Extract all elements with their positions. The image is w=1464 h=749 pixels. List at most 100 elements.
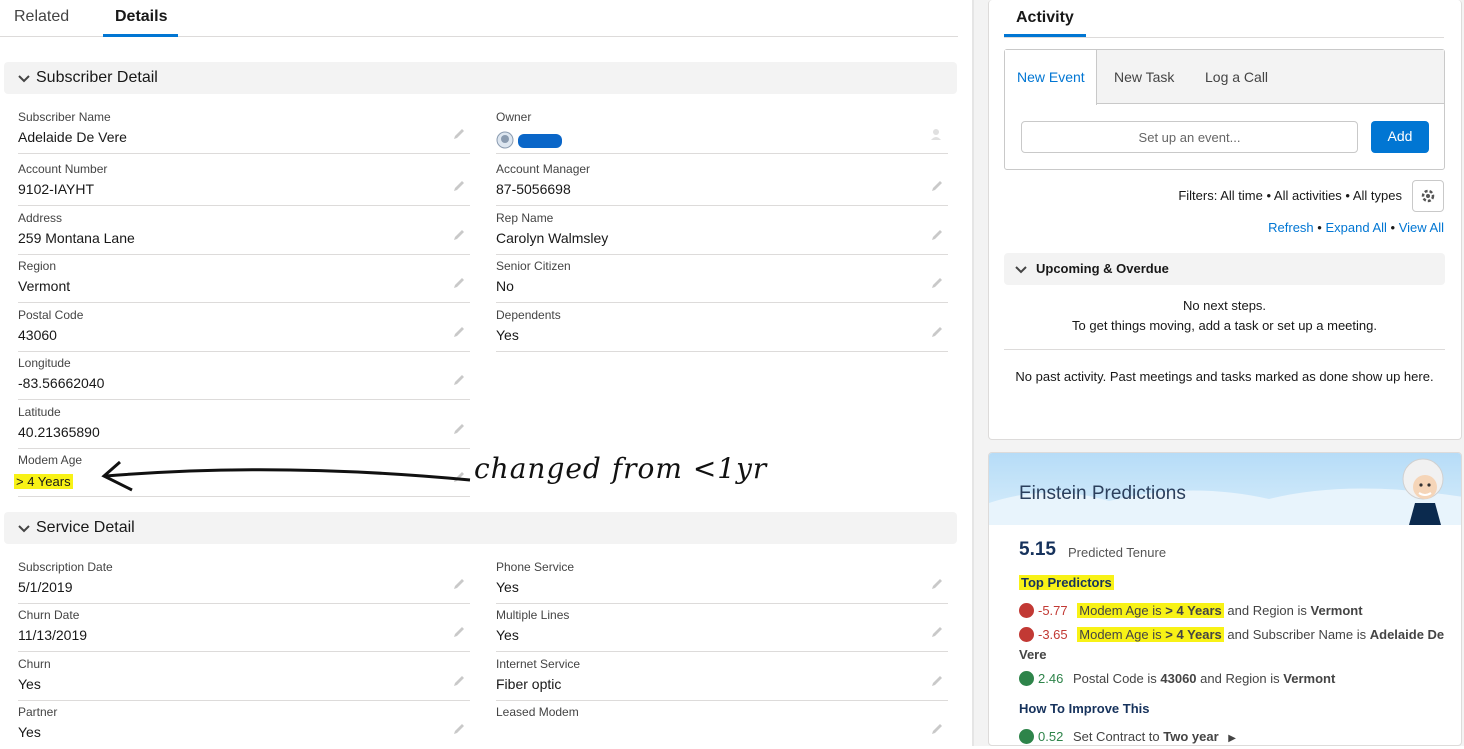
field-dependents: Dependents Yes xyxy=(496,304,948,352)
upcoming-overdue-header[interactable]: Upcoming & Overdue xyxy=(1004,253,1445,285)
how-to-improve-heading: How To Improve This xyxy=(1019,701,1150,716)
arrow-down-icon xyxy=(1019,627,1034,642)
field-value: Yes xyxy=(18,724,41,740)
service-detail-header[interactable]: Service Detail xyxy=(4,512,957,544)
tab-new-task[interactable]: New Task xyxy=(1114,50,1174,104)
edit-pencil-icon[interactable] xyxy=(452,625,466,639)
improve-row[interactable]: 0.52 Set Contract to Two year ▶ xyxy=(1019,727,1449,745)
predictor-value: 2.46 xyxy=(1038,671,1064,686)
add-button[interactable]: Add xyxy=(1371,121,1429,153)
field-account-number: Account Number 9102-IAYHT xyxy=(18,158,470,206)
chevron-down-icon xyxy=(18,525,30,533)
expand-all-link[interactable]: Expand All xyxy=(1325,220,1386,235)
edit-pencil-icon[interactable] xyxy=(930,228,944,242)
avatar xyxy=(496,131,514,149)
predictor-row: -3.65 Modem Age is > 4 Years and Subscri… xyxy=(1019,625,1449,665)
tab-log-a-call[interactable]: Log a Call xyxy=(1205,50,1268,104)
edit-pencil-icon[interactable] xyxy=(452,373,466,387)
field-latitude: Latitude 40.21365890 xyxy=(18,401,470,449)
gear-icon xyxy=(1421,189,1435,203)
expand-triangle-icon[interactable]: ▶ xyxy=(1228,733,1236,744)
activity-publisher: New Event New Task Log a Call Set up an … xyxy=(1004,49,1445,170)
field-label: Modem Age xyxy=(18,453,83,467)
field-churn: Churn Yes xyxy=(18,653,470,701)
edit-pencil-icon[interactable] xyxy=(452,276,466,290)
field-value: -83.56662040 xyxy=(18,375,105,391)
arrow-down-icon xyxy=(1019,603,1034,618)
view-all-link[interactable]: View All xyxy=(1399,220,1444,235)
field-region: Region Vermont xyxy=(18,255,470,303)
field-label: Phone Service xyxy=(496,560,575,574)
field-label: Latitude xyxy=(18,405,61,419)
edit-pencil-icon[interactable] xyxy=(452,179,466,193)
tab-details[interactable]: Details xyxy=(103,8,178,37)
edit-pencil-icon[interactable] xyxy=(452,228,466,242)
subscriber-detail-header[interactable]: Subscriber Detail xyxy=(4,62,957,94)
field-label: Churn Date xyxy=(18,608,80,622)
no-past-activity: No past activity. Past meetings and task… xyxy=(1015,369,1434,384)
predictor-value: -3.65 xyxy=(1038,627,1068,642)
field-label: Postal Code xyxy=(18,308,84,322)
field-value: 40.21365890 xyxy=(18,424,100,440)
owner-value[interactable]: B S xyxy=(496,131,562,149)
edit-pencil-icon[interactable] xyxy=(452,422,466,436)
field-subscriber-name: Subscriber Name Adelaide De Vere xyxy=(18,106,470,154)
predictor-row: -5.77 Modem Age is > 4 Years and Region … xyxy=(1019,601,1449,621)
field-label: Account Number xyxy=(18,162,108,176)
predictor-row: 2.46 Postal Code is 43060 and Region is … xyxy=(1019,669,1449,689)
improve-bold: Two year xyxy=(1163,729,1219,744)
field-value: 259 Montana Lane xyxy=(18,230,135,246)
field-value: Yes xyxy=(18,676,41,692)
tab-related[interactable]: Related xyxy=(14,8,69,37)
field-value: Adelaide De Vere xyxy=(18,129,127,145)
change-owner-icon[interactable] xyxy=(930,127,944,141)
edit-pencil-icon[interactable] xyxy=(452,325,466,339)
activity-tab-divider xyxy=(1004,37,1444,38)
edit-pencil-icon[interactable] xyxy=(452,577,466,591)
edit-pencil-icon[interactable] xyxy=(930,625,944,639)
field-subscription-date: Subscription Date 5/1/2019 xyxy=(18,556,470,604)
section-title: Subscriber Detail xyxy=(36,69,158,86)
predicted-score-label: Predicted Tenure xyxy=(1068,545,1167,560)
field-label: Account Manager xyxy=(496,162,591,176)
einstein-avatar-icon xyxy=(1402,458,1444,525)
field-churn-date: Churn Date 11/13/2019 xyxy=(18,604,470,652)
field-label: Address xyxy=(18,211,63,225)
refresh-link[interactable]: Refresh xyxy=(1268,220,1314,235)
annotation-arrow xyxy=(101,460,471,492)
field-label: Rep Name xyxy=(496,211,554,225)
edit-pencil-icon[interactable] xyxy=(930,276,944,290)
predictor-text: Postal Code is xyxy=(1072,671,1161,686)
edit-pencil-icon[interactable] xyxy=(930,722,944,736)
tab-new-event[interactable]: New Event xyxy=(1005,50,1097,105)
predictor-bold: Vermont xyxy=(1310,603,1363,618)
upcoming-title: Upcoming & Overdue xyxy=(1036,261,1169,276)
predictor-bold: > 4 Years xyxy=(1165,603,1222,618)
edit-pencil-icon[interactable] xyxy=(452,674,466,688)
field-label: Dependents xyxy=(496,308,561,322)
field-postal-code: Postal Code 43060 xyxy=(18,304,470,352)
predictor-text-highlight: Modem Age is > 4 Years xyxy=(1077,603,1224,618)
field-address: Address 259 Montana Lane xyxy=(18,207,470,255)
tab-activity[interactable]: Activity xyxy=(1004,4,1086,37)
edit-pencil-icon[interactable] xyxy=(452,127,466,141)
einstein-header: Einstein Predictions xyxy=(989,453,1461,525)
predictor-text: and Subscriber Name is xyxy=(1223,627,1370,642)
field-label: Subscriber Name xyxy=(18,110,111,124)
field-value-highlighted: > 4 Years xyxy=(14,474,73,489)
field-label: Leased Modem xyxy=(496,705,579,719)
filter-settings-button[interactable] xyxy=(1412,180,1444,212)
edit-pencil-icon[interactable] xyxy=(930,325,944,339)
edit-pencil-icon[interactable] xyxy=(452,722,466,736)
event-input[interactable]: Set up an event... xyxy=(1021,121,1358,153)
improve-value: 0.52 xyxy=(1038,729,1064,744)
field-label: Longitude xyxy=(18,356,71,370)
no-steps-line-2: To get things moving, add a task or set … xyxy=(1072,318,1377,333)
edit-pencil-icon[interactable] xyxy=(930,674,944,688)
edit-pencil-icon[interactable] xyxy=(930,179,944,193)
field-value: Yes xyxy=(496,627,519,643)
annotation-text: changed from <1yr xyxy=(474,452,768,485)
field-multiple-lines: Multiple Lines Yes xyxy=(496,604,948,652)
edit-pencil-icon[interactable] xyxy=(930,577,944,591)
link-separator: • xyxy=(1390,220,1399,235)
